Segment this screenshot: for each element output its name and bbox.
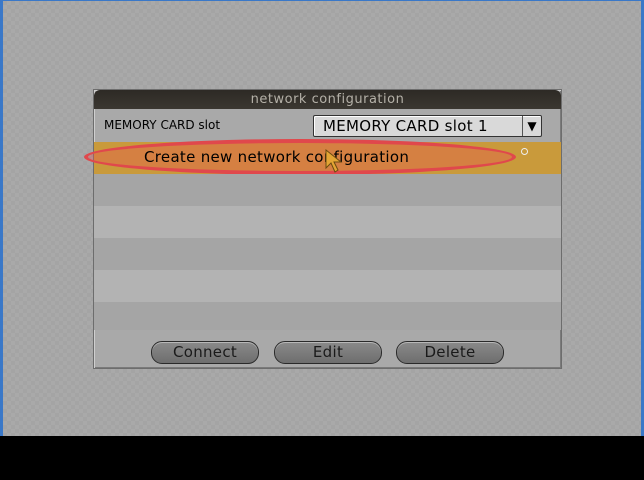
delete-button[interactable]: Delete	[396, 341, 504, 364]
memory-card-slot-label: MEMORY CARD slot	[104, 118, 221, 132]
memory-card-slot-select[interactable]: MEMORY CARD slot 1 ▼	[313, 115, 542, 137]
list-item-label: Create new network configuration	[144, 148, 410, 166]
cursor-arrow-icon	[325, 148, 343, 173]
list-item-empty	[94, 270, 561, 302]
list-item-empty	[94, 174, 561, 206]
list-item-empty	[94, 206, 561, 238]
memory-card-slot-row: MEMORY CARD slot MEMORY CARD slot 1 ▼	[94, 111, 561, 139]
dialog-title: network configuration	[94, 90, 561, 109]
dialog-button-bar: Connect Edit Delete	[94, 334, 561, 368]
circle-indicator-icon	[521, 148, 528, 155]
list-item-create-new-configuration[interactable]: Create new network configuration	[84, 139, 561, 175]
letterbox-bar	[0, 436, 644, 480]
memory-card-slot-value: MEMORY CARD slot 1	[323, 117, 488, 135]
network-configuration-dialog: network configuration MEMORY CARD slot M…	[84, 89, 562, 369]
list-item-empty	[94, 302, 561, 330]
connect-button[interactable]: Connect	[151, 341, 259, 364]
list-item-empty	[94, 238, 561, 270]
screen-background: network configuration MEMORY CARD slot M…	[0, 0, 644, 436]
edit-button[interactable]: Edit	[274, 341, 382, 364]
chevron-down-icon[interactable]: ▼	[522, 116, 541, 136]
configuration-list: Create new network configuration	[84, 139, 561, 330]
